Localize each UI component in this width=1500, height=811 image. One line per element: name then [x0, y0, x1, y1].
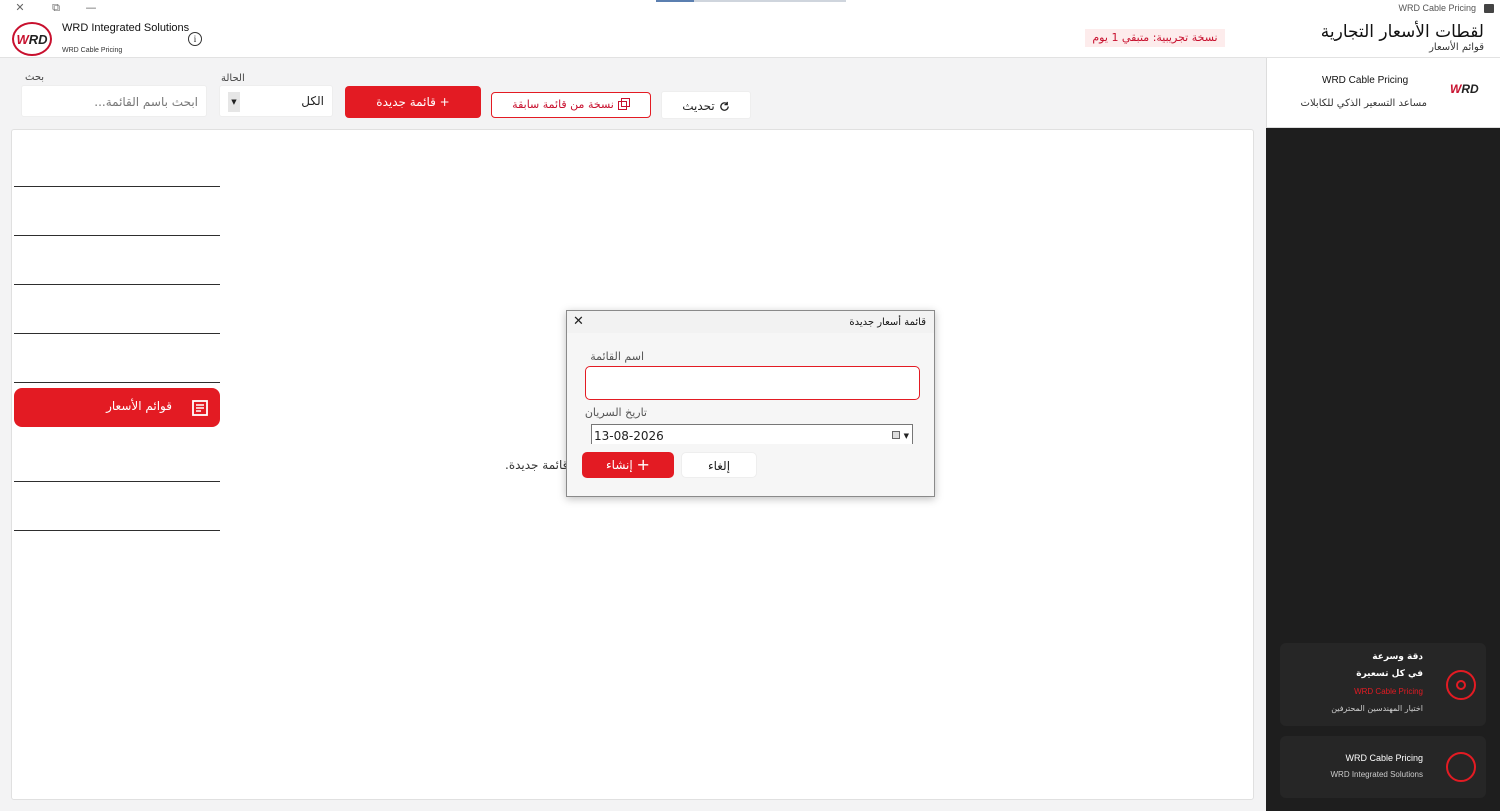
app-info-line-1: WRD Cable Pricing [1345, 753, 1423, 763]
sidebar-logo: WRD [1450, 82, 1479, 96]
divider [14, 284, 220, 285]
sidebar-brand-name: WRD Cable Pricing [1322, 75, 1409, 86]
status-value: الكل [301, 94, 324, 108]
grid-icon [191, 546, 209, 564]
sidebar-item-dashboard[interactable]: لوحة المعلومات [14, 141, 220, 180]
restore-window-icon[interactable]: ⧉ [46, 1, 66, 15]
divider [14, 235, 220, 236]
plus-icon: + [636, 455, 650, 474]
sidebar-item-label: التسعير [134, 202, 172, 216]
play-icon [195, 204, 206, 218]
company-subtitle: WRD Cable Pricing [62, 47, 123, 54]
chevron-down-icon[interactable]: ▼ [228, 92, 240, 112]
app-window-icon [1484, 4, 1494, 13]
divider [14, 382, 220, 383]
close-icon[interactable]: ✕ [573, 314, 584, 329]
sidebar-item-label: لوحة المعلومات [93, 152, 172, 166]
info-icon[interactable]: i [188, 32, 202, 46]
gear-icon [191, 447, 209, 465]
copy-icon [617, 98, 630, 110]
calendar-icon[interactable] [892, 431, 900, 439]
sidebar-brand-desc: مساعد التسعير الذكي للكابلات [1300, 98, 1427, 109]
promo-card: دقة وسرعة في كل تسعيرة WRD Cable Pricing… [1280, 643, 1486, 726]
page-title: لقطات الأسعار التجارية [1320, 22, 1484, 42]
window-title: WRD Cable Pricing [1398, 3, 1476, 13]
app-header: W RD WRD Integrated Solutions WRD Cable P… [0, 18, 1500, 58]
sidebar-item-price-lists[interactable]: قوائم الأسعار [14, 388, 220, 427]
effective-date-picker[interactable]: 13-08-2026 ▼ [591, 424, 913, 444]
create-button[interactable]: + إنشاء [582, 452, 674, 478]
search-label: بحث [25, 72, 45, 83]
sidebar-item-materials[interactable]: مكتبة الخامات [14, 240, 220, 279]
sidebar-item-pricing[interactable]: التسعير [14, 191, 220, 230]
effective-date-value: 13-08-2026 [594, 429, 664, 443]
sidebar-item-label: قوائم الأسعار [106, 399, 172, 413]
tab-active-indicator [656, 0, 694, 2]
status-select[interactable]: ▼ الكل [219, 85, 333, 117]
empty-state-message: قائمة جديدة. [505, 458, 569, 472]
promo-line-2: في كل تسعيرة [1356, 669, 1423, 679]
sidebar-item-settings[interactable]: الإعدادات [14, 436, 220, 475]
menu-icon [192, 254, 208, 266]
refresh-button[interactable]: تحديث [661, 91, 751, 119]
new-price-list-dialog: ✕ قائمة أسعار جديدة اسم القائمة تاريخ ال… [566, 310, 935, 497]
page-subtitle: قوائم الأسعار [1429, 42, 1484, 53]
clock-icon [191, 349, 209, 367]
app-info-line-2: WRD Integrated Solutions [1330, 770, 1424, 779]
effective-date-label: تاريخ السريان [584, 406, 647, 419]
target-icon [1446, 670, 1476, 700]
sidebar-item-records[interactable]: السجلات [14, 338, 220, 377]
company-logo: W RD [12, 22, 52, 56]
sidebar-item-license[interactable]: الترخيص [14, 486, 220, 525]
logo-badge-icon [1446, 752, 1476, 782]
dialog-title: قائمة أسعار جديدة [849, 317, 926, 328]
copy-previous-list-button[interactable]: نسخة من قائمة سابقة [491, 92, 651, 118]
company-name: WRD Integrated Solutions [62, 22, 190, 34]
sidebar-brand: WRD WRD Cable Pricing مساعد التسعير الذك… [1266, 58, 1500, 128]
divider [14, 530, 220, 531]
trial-badge: نسخة تجريبية: متبقي 1 يوم [1085, 29, 1225, 47]
list-name-label: اسم القائمة [590, 350, 644, 363]
info-icon [191, 497, 209, 515]
document-icon [192, 301, 208, 317]
divider [14, 481, 220, 482]
sidebar-item-label: الإعدادات [125, 447, 172, 461]
promo-line-3: WRD Cable Pricing [1354, 687, 1423, 696]
sidebar-item-label: مكتبة الخامات [101, 251, 172, 265]
cancel-button[interactable]: إلغاء [681, 452, 757, 478]
new-list-button[interactable]: + قائمة جديدة [345, 86, 481, 118]
divider [14, 333, 220, 334]
promo-line-4: اختيار المهندسين المحترفين [1331, 704, 1423, 713]
sidebar-item-about[interactable]: عن البرنامج [14, 535, 220, 574]
list-icon [192, 400, 208, 416]
sidebar-item-label: عن البرنامج [113, 546, 172, 560]
promo-line-1: دقة وسرعة [1372, 652, 1423, 662]
minimize-window-icon[interactable]: — [81, 1, 101, 14]
refresh-icon [720, 101, 729, 111]
list-name-input[interactable] [585, 366, 920, 400]
window-titlebar: ✕ ⧉ — WRD Cable Pricing [0, 0, 1500, 18]
app-info-card: WRD Cable Pricing WRD Integrated Solutio… [1280, 736, 1486, 798]
divider [14, 186, 220, 187]
close-window-icon[interactable]: ✕ [10, 1, 30, 14]
sidebar-item-label: السجلات [128, 349, 172, 363]
status-label: الحالة [221, 73, 245, 84]
bar-chart-icon [193, 153, 207, 169]
sidebar-item-supplies[interactable]: مستلزمات الإنتاج [14, 289, 220, 328]
sidebar-item-label: مستلزمات الإنتاج [86, 300, 172, 314]
chevron-down-icon[interactable]: ▼ [904, 425, 909, 447]
search-input[interactable]: ابحث باسم القائمة... [21, 85, 207, 117]
sidebar-item-label: الترخيص [129, 497, 172, 511]
